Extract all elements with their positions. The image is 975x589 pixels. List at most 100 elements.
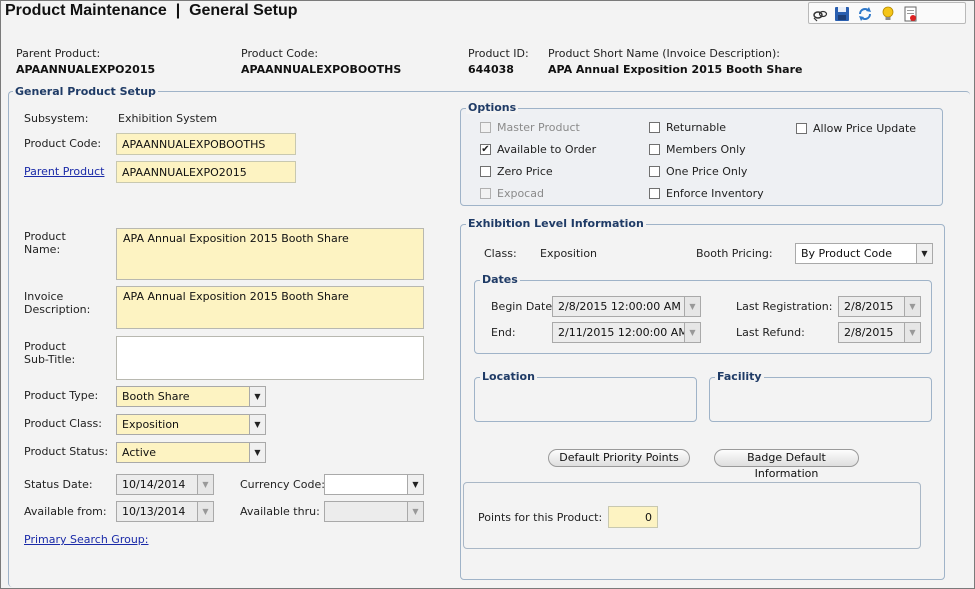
last-registration-picker[interactable]: 2/8/2015 ▼	[838, 296, 921, 317]
options-title: Options	[466, 101, 519, 114]
chevron-down-icon: ▼	[407, 502, 423, 521]
product-status-value: Active	[122, 446, 157, 459]
parent-product-header-value: APAANNUALEXPO2015	[16, 63, 156, 76]
points-input[interactable]: 0	[608, 506, 658, 528]
product-name-textarea[interactable]: APA Annual Exposition 2015 Booth Share	[116, 228, 424, 280]
parent-product-input[interactable]: APAANNUALEXPO2015	[116, 161, 296, 183]
last-refund-value: 2/8/2015	[844, 326, 894, 339]
class-value: Exposition	[540, 247, 598, 260]
currency-code-select[interactable]: ▼	[324, 474, 424, 495]
page-title: Product Maintenance | General Setup	[5, 2, 298, 19]
exhibition-level-title: Exhibition Level Information	[466, 217, 646, 230]
toolbar	[808, 2, 966, 24]
product-code-header-label: Product Code:	[241, 47, 319, 60]
begin-date-picker[interactable]: 2/8/2015 12:00:00 AM ▼	[552, 296, 701, 317]
product-code-label: Product Code:	[24, 137, 102, 150]
checkbox-members-only[interactable]	[649, 144, 660, 155]
parent-product-link[interactable]: Parent Product	[24, 165, 104, 178]
checkbox-label: Members Only	[666, 143, 746, 156]
view-icon[interactable]	[812, 6, 828, 22]
facility-group	[709, 377, 932, 422]
product-name-label: Product Name:	[24, 230, 66, 256]
product-type-select[interactable]: Booth Share ▼	[116, 386, 266, 407]
chevron-down-icon[interactable]: ▼	[916, 244, 932, 263]
end-date-value: 2/11/2015 12:00:00 AM	[558, 326, 688, 339]
checkbox-label: Returnable	[666, 121, 727, 134]
checkbox-label: Expocad	[497, 187, 544, 200]
product-type-label: Product Type:	[24, 389, 99, 402]
product-subtitle-textarea[interactable]	[116, 336, 424, 380]
product-class-value: Exposition	[122, 418, 180, 431]
subsystem-label: Subsystem:	[24, 112, 89, 125]
chevron-down-icon[interactable]: ▼	[407, 475, 423, 494]
primary-search-group-link[interactable]: Primary Search Group:	[24, 533, 149, 546]
last-registration-value: 2/8/2015	[844, 300, 894, 313]
product-id-label: Product ID:	[468, 47, 529, 60]
available-from-label: Available from:	[24, 505, 107, 518]
status-date-picker[interactable]: 10/14/2014 ▼	[116, 474, 214, 495]
subsystem-value: Exhibition System	[118, 112, 218, 125]
checkbox-enforce-inventory[interactable]	[649, 188, 660, 199]
badge-default-information-button[interactable]: Badge Default Information	[714, 449, 859, 480]
chevron-down-icon[interactable]: ▼	[904, 323, 920, 342]
chevron-down-icon[interactable]: ▼	[249, 387, 265, 406]
product-status-select[interactable]: Active ▼	[116, 442, 266, 463]
last-refund-label: Last Refund:	[736, 326, 805, 339]
last-refund-picker[interactable]: 2/8/2015 ▼	[838, 322, 921, 343]
checkbox-available-to-order[interactable]: ✔	[480, 144, 491, 155]
begin-date-label: Begin Date:	[491, 300, 556, 313]
refresh-icon[interactable]	[857, 6, 873, 22]
location-group	[474, 377, 697, 422]
class-label: Class:	[484, 247, 517, 260]
checkbox-label: Zero Price	[497, 165, 553, 178]
booth-pricing-select[interactable]: By Product Code ▼	[795, 243, 933, 264]
chevron-down-icon[interactable]: ▼	[197, 502, 213, 521]
parent-product-header-label: Parent Product:	[16, 47, 101, 60]
available-from-picker[interactable]: 10/13/2014 ▼	[116, 501, 214, 522]
status-date-label: Status Date:	[24, 478, 93, 491]
idea-icon[interactable]	[880, 6, 896, 22]
checkbox-master-product	[480, 122, 491, 133]
dates-title: Dates	[480, 273, 520, 286]
product-class-select[interactable]: Exposition ▼	[116, 414, 266, 435]
checkbox-returnable[interactable]	[649, 122, 660, 133]
chevron-down-icon[interactable]: ▼	[904, 297, 920, 316]
available-from-value: 10/13/2014	[122, 505, 186, 518]
begin-date-value: 2/8/2015 12:00:00 AM	[558, 300, 681, 313]
checkbox-label: Master Product	[497, 121, 580, 134]
checkbox-allow-price-update[interactable]	[796, 123, 807, 134]
checkbox-zero-price[interactable]	[480, 166, 491, 177]
end-date-picker[interactable]: 2/11/2015 12:00:00 AM ▼	[552, 322, 701, 343]
product-subtitle-label: Product Sub-Title:	[24, 340, 76, 366]
checkbox-label: Enforce Inventory	[666, 187, 764, 200]
booth-pricing-value: By Product Code	[801, 247, 892, 260]
product-status-label: Product Status:	[24, 445, 109, 458]
general-product-setup-title: General Product Setup	[13, 85, 158, 98]
checkbox-one-price-only[interactable]	[649, 166, 660, 177]
checkbox-label: One Price Only	[666, 165, 748, 178]
save-icon[interactable]	[834, 6, 850, 22]
default-priority-points-button[interactable]: Default Priority Points	[548, 449, 690, 467]
short-name-label: Product Short Name (Invoice Description)…	[548, 47, 780, 60]
report-icon[interactable]	[903, 6, 919, 22]
product-code-header-value: APAANNUALEXPOBOOTHS	[241, 63, 402, 76]
short-name-value: APA Annual Exposition 2015 Booth Share	[548, 63, 803, 76]
chevron-down-icon[interactable]: ▼	[249, 415, 265, 434]
last-registration-label: Last Registration:	[736, 300, 833, 313]
invoice-description-textarea[interactable]: APA Annual Exposition 2015 Booth Share	[116, 286, 424, 329]
chevron-down-icon[interactable]: ▼	[684, 297, 700, 316]
chevron-down-icon[interactable]: ▼	[249, 443, 265, 462]
facility-title: Facility	[715, 370, 764, 383]
chevron-down-icon[interactable]: ▼	[197, 475, 213, 494]
available-thru-label: Available thru:	[240, 505, 320, 518]
chevron-down-icon[interactable]: ▼	[684, 323, 700, 342]
currency-code-label: Currency Code:	[240, 478, 325, 491]
product-class-label: Product Class:	[24, 417, 102, 430]
product-code-input[interactable]: APAANNUALEXPOBOOTHS	[116, 133, 296, 155]
checkbox-expocad	[480, 188, 491, 199]
points-label: Points for this Product:	[478, 511, 603, 524]
product-type-value: Booth Share	[122, 390, 190, 403]
invoice-description-label: Invoice Description:	[24, 290, 91, 316]
booth-pricing-label: Booth Pricing:	[696, 247, 773, 260]
status-date-value: 10/14/2014	[122, 478, 186, 491]
